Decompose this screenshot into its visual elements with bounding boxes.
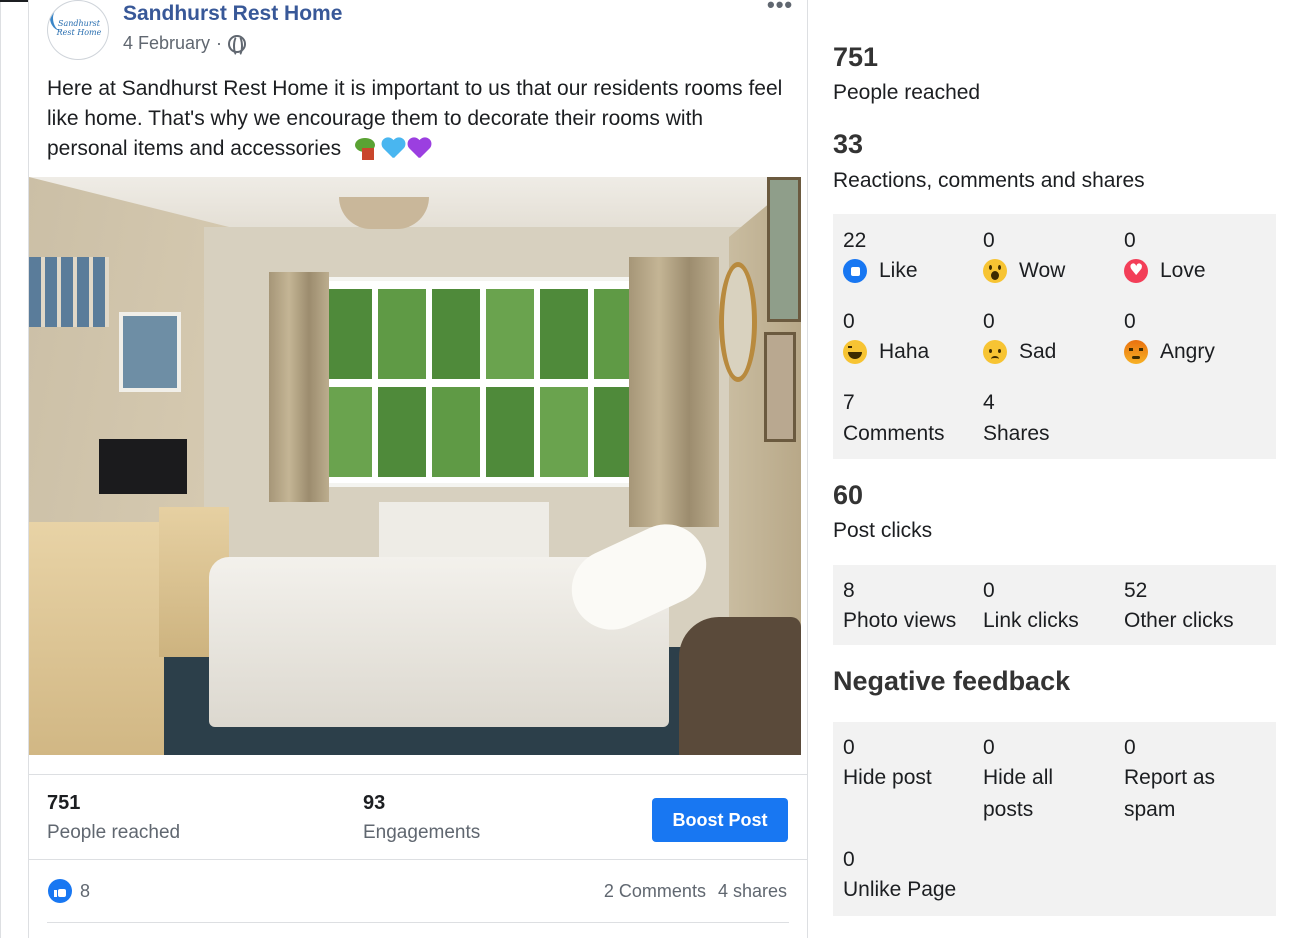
reaction-label: Like xyxy=(879,259,918,282)
engagements-value: 93 xyxy=(363,792,386,814)
comments-label: Comments xyxy=(843,422,945,445)
insights-reactions-label: Reactions, comments and shares xyxy=(833,169,1145,192)
reaction-label: Sad xyxy=(1019,340,1057,363)
other-clicks-count: 52 xyxy=(1124,579,1148,602)
insights-reach-label: People reached xyxy=(833,81,981,104)
report-spam-count: 0 xyxy=(1124,736,1136,759)
engagements-label: Engagements xyxy=(363,822,481,843)
photo-views-count: 8 xyxy=(843,579,855,602)
reaction-haha: Haha xyxy=(843,340,929,364)
insights-clicks-label: Post clicks xyxy=(833,519,933,542)
other-clicks-label: Other clicks xyxy=(1124,609,1234,632)
sad-count: 0 xyxy=(983,310,995,333)
post-date[interactable]: 4 February xyxy=(123,33,210,54)
hide-all-posts-label: Hide all xyxy=(983,766,1054,789)
reaction-sad: Sad xyxy=(983,340,1056,364)
negative-feedback-breakdown: 0 Hide post 0 Hide all posts 0 Report as… xyxy=(833,722,1276,916)
reach-value: 751 xyxy=(47,792,81,814)
link-clicks-label: Link clicks xyxy=(983,609,1079,632)
report-spam-label-2: spam xyxy=(1124,798,1176,821)
link-clicks-count: 0 xyxy=(983,579,995,602)
reaction-love: Love xyxy=(1124,259,1206,283)
engagement-counts: 2 Comments 4 shares xyxy=(604,881,787,902)
house-with-garden-emoji-icon xyxy=(353,138,379,161)
unlike-page-label: Unlike Page xyxy=(843,878,957,901)
purple-heart-emoji-icon xyxy=(407,138,431,160)
reaction-label: Love xyxy=(1160,259,1206,282)
reaction-count[interactable]: 8 xyxy=(80,881,90,902)
haha-icon xyxy=(843,340,867,364)
hide-all-posts-label-2: posts xyxy=(983,798,1034,821)
like-reaction-icon[interactable] xyxy=(48,879,72,903)
avatar-logo-text: Sandhurst Rest Home xyxy=(56,19,102,37)
insights-reach-value: 751 xyxy=(833,42,879,72)
love-icon xyxy=(1124,259,1148,283)
post-meta: 4 February · xyxy=(123,33,247,57)
photo-views-label: Photo views xyxy=(843,609,957,632)
post-insights-panel: 751 People reached 33 Reactions, comment… xyxy=(808,0,1300,938)
clicks-breakdown: 8 Photo views 0 Link clicks 52 Other cli… xyxy=(833,565,1276,645)
shares-count-link[interactable]: 4 shares xyxy=(718,881,787,902)
wow-icon xyxy=(983,259,1007,283)
more-options-button[interactable]: ••• xyxy=(767,0,793,18)
post-emojis xyxy=(353,138,431,161)
sad-icon xyxy=(983,340,1007,364)
haha-count: 0 xyxy=(843,310,855,333)
like-count: 22 xyxy=(843,229,867,252)
blue-heart-emoji-icon xyxy=(381,138,405,160)
shares-count: 4 xyxy=(983,391,995,414)
globe-icon[interactable] xyxy=(228,34,247,57)
stats-divider-bottom xyxy=(29,859,807,860)
comments-count: 7 xyxy=(843,391,855,414)
reaction-angry: Angry xyxy=(1124,340,1215,364)
reactions-breakdown: 22 Like 0 Wow 0 Love 0 Haha 0 Sad 0 Angr… xyxy=(833,214,1276,459)
insights-clicks-value: 60 xyxy=(833,480,864,510)
page-avatar[interactable]: Sandhurst Rest Home xyxy=(47,0,109,60)
post-photo[interactable] xyxy=(29,177,801,755)
hide-post-count: 0 xyxy=(843,736,855,759)
reaction-label: Wow xyxy=(1019,259,1066,282)
angry-icon xyxy=(1124,340,1148,364)
stats-divider-top xyxy=(29,774,807,775)
negative-feedback-title: Negative feedback xyxy=(833,666,1071,696)
page-name-link[interactable]: Sandhurst Rest Home xyxy=(123,2,342,26)
reaction-like: Like xyxy=(843,259,918,283)
footer-divider xyxy=(47,922,789,923)
reaction-label: Angry xyxy=(1160,340,1215,363)
boost-post-button[interactable]: Boost Post xyxy=(652,798,788,842)
reaction-label: Haha xyxy=(879,340,930,363)
post-card: Sandhurst Rest Home Sandhurst Rest Home … xyxy=(28,0,808,938)
shares-label: Shares xyxy=(983,422,1050,445)
comments-count-link[interactable]: 2 Comments xyxy=(604,881,706,902)
report-spam-label: Report as xyxy=(1124,766,1216,789)
wow-count: 0 xyxy=(983,229,995,252)
reach-label: People reached xyxy=(47,822,181,843)
insights-reactions-value: 33 xyxy=(833,129,864,159)
reaction-wow: Wow xyxy=(983,259,1065,283)
meta-separator: · xyxy=(216,33,223,53)
left-edge-border xyxy=(0,0,1,938)
post-message: Here at Sandhurst Rest Home it is import… xyxy=(47,74,787,164)
angry-count: 0 xyxy=(1124,310,1136,333)
hide-all-posts-count: 0 xyxy=(983,736,995,759)
unlike-page-count: 0 xyxy=(843,848,855,871)
hide-post-label: Hide post xyxy=(843,766,932,789)
love-count: 0 xyxy=(1124,229,1136,252)
like-icon xyxy=(843,259,867,283)
